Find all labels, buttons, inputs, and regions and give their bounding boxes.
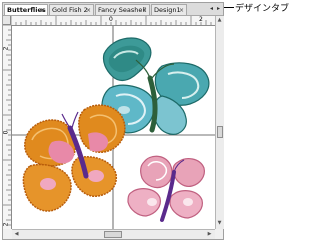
vertical-scrollbar[interactable]: ▲ ▼ bbox=[215, 16, 224, 229]
tab-label: Fancy Seashell bbox=[98, 6, 146, 14]
horizontal-ruler: 0 2 bbox=[11, 16, 215, 26]
orange-butterfly[interactable] bbox=[22, 104, 126, 212]
callout-label: デザインタブ bbox=[235, 4, 290, 14]
scroll-right-icon[interactable]: ▶ bbox=[206, 231, 213, 238]
tab-label: Gold Fish 2 bbox=[52, 6, 88, 14]
ruler-label: 2 bbox=[2, 222, 10, 227]
butterfly-design bbox=[12, 26, 215, 229]
ruler-label: 0 bbox=[109, 16, 113, 23]
vertical-ruler: 2 0 2 bbox=[2, 25, 12, 229]
callout-leader-line bbox=[224, 7, 234, 8]
tab-butterflies[interactable]: Butterflies × bbox=[4, 4, 48, 15]
ruler-ticks bbox=[11, 16, 212, 25]
ruler-ticks bbox=[3, 25, 11, 226]
design-tab-bar: Butterflies × Gold Fish 2 × Fancy Seashe… bbox=[3, 3, 223, 16]
close-icon[interactable]: × bbox=[40, 5, 45, 15]
ruler-corner bbox=[3, 16, 11, 25]
tab-design1[interactable]: Design1 × bbox=[151, 4, 187, 15]
design-window: Butterflies × Gold Fish 2 × Fancy Seashe… bbox=[2, 2, 224, 240]
close-icon[interactable]: × bbox=[86, 5, 91, 15]
close-icon[interactable]: × bbox=[142, 5, 147, 15]
horizontal-scroll-thumb[interactable] bbox=[104, 231, 122, 238]
close-icon[interactable]: × bbox=[179, 5, 184, 15]
ruler-label: 0 bbox=[2, 130, 10, 135]
ruler-label: 2 bbox=[199, 16, 203, 23]
tab-fancy-seashell[interactable]: Fancy Seashell × bbox=[95, 4, 150, 15]
tab-scroll-right-icon[interactable]: ▸ bbox=[215, 4, 222, 14]
tab-gold-fish-2[interactable]: Gold Fish 2 × bbox=[49, 4, 94, 15]
vertical-scroll-thumb[interactable] bbox=[217, 126, 223, 138]
design-canvas[interactable] bbox=[12, 26, 215, 229]
ruler-label: 2 bbox=[2, 46, 10, 51]
scroll-left-icon[interactable]: ◀ bbox=[13, 231, 20, 238]
scroll-up-icon[interactable]: ▲ bbox=[216, 17, 223, 24]
horizontal-scrollbar[interactable]: ◀ ▶ bbox=[12, 229, 215, 239]
pink-butterfly[interactable] bbox=[127, 155, 205, 222]
tab-label: Design1 bbox=[154, 6, 181, 14]
tab-scroll-left-icon[interactable]: ◂ bbox=[208, 4, 215, 14]
scroll-down-icon[interactable]: ▼ bbox=[216, 220, 223, 227]
